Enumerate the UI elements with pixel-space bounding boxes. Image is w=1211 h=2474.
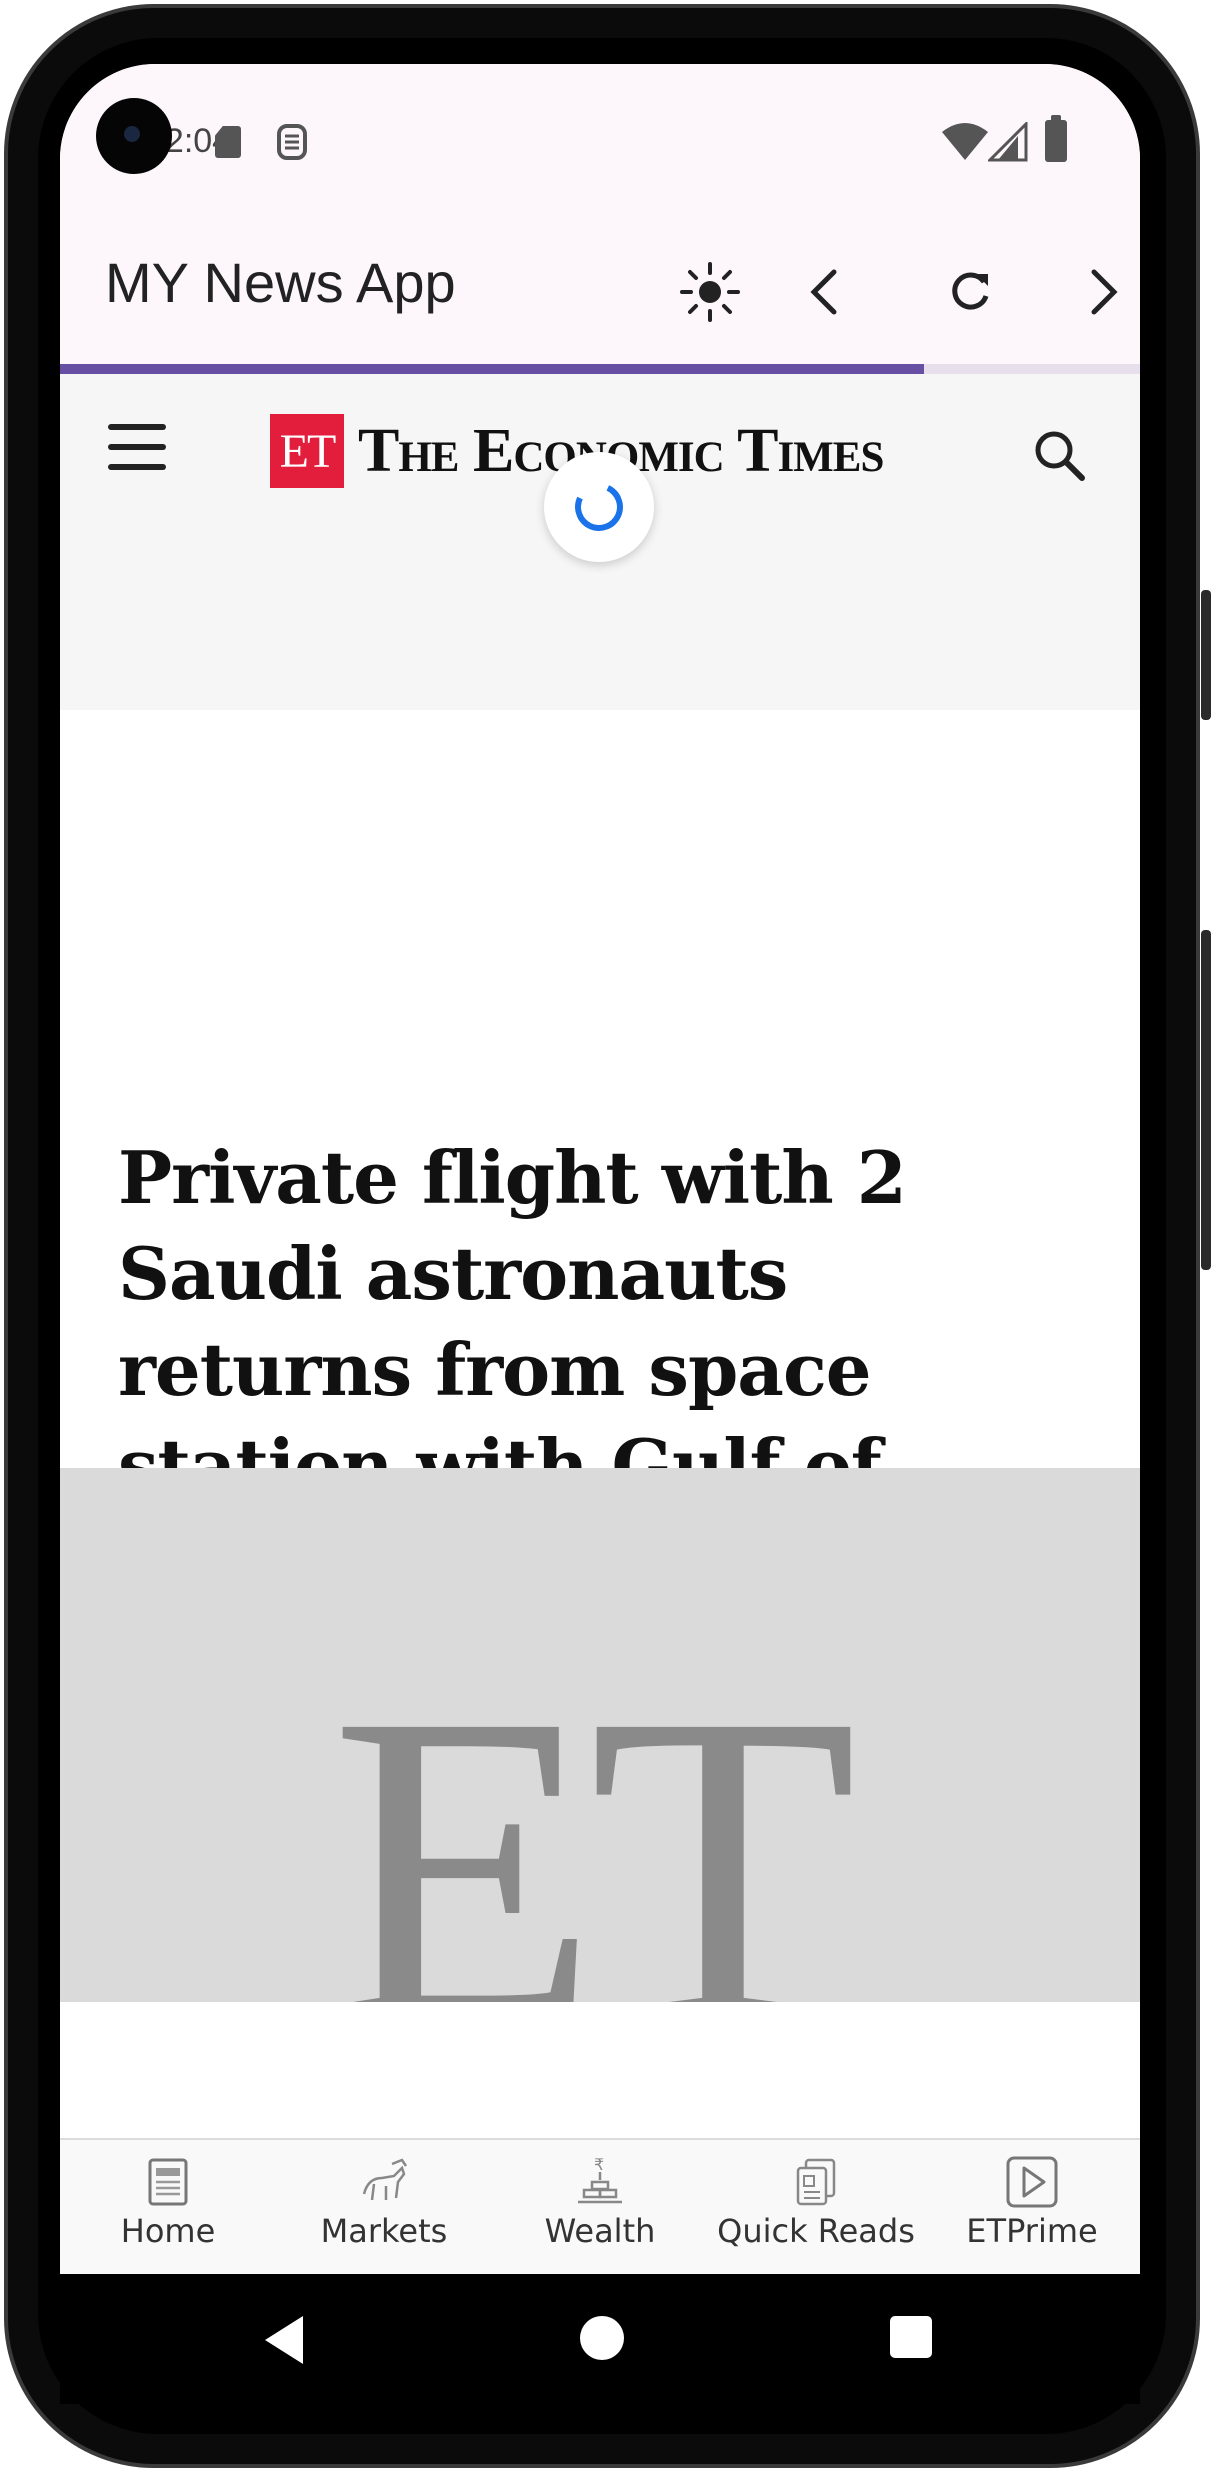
webview[interactable]: ET The Economic Times Private flight wit… [60, 374, 1140, 2139]
menu-icon[interactable] [108, 424, 172, 474]
phone-frame: 12:04 MY News App ET The Economic Times … [0, 0, 1211, 2474]
search-icon[interactable] [1030, 426, 1090, 486]
back-button[interactable] [794, 260, 858, 324]
quick-reads-icon [796, 2158, 836, 2206]
forward-arrow-icon [1091, 269, 1118, 315]
screen: 12:04 MY News App ET The Economic Times … [60, 64, 1140, 2274]
site-header: ET The Economic Times [60, 374, 1140, 710]
system-nav-bar [60, 2274, 1140, 2404]
refresh-button[interactable] [938, 260, 1002, 324]
nav-etprime-label: ETPrime [966, 2212, 1098, 2250]
newspaper-icon [148, 2158, 188, 2206]
signal-icon [988, 122, 1028, 162]
play-icon [1006, 2156, 1058, 2208]
bull-icon [362, 2158, 408, 2201]
brightness-toggle-button[interactable] [678, 260, 742, 324]
page-load-progress [60, 364, 1140, 374]
wifi-icon [942, 123, 988, 160]
power-button [1201, 590, 1211, 720]
system-home-button[interactable] [580, 2316, 624, 2360]
system-back-button[interactable] [265, 2316, 303, 2364]
forward-button[interactable] [1070, 260, 1134, 324]
pull-refresh-spinner [544, 452, 654, 562]
svg-text:₹: ₹ [594, 2155, 604, 2174]
article-hero-image: ET [60, 1468, 1140, 2002]
rupee-stack-icon: ₹ [578, 2155, 622, 2204]
nav-markets-label: Markets [320, 2212, 448, 2250]
nav-quick-reads-label: Quick Reads [717, 2212, 915, 2250]
nav-home[interactable]: Home [60, 2140, 276, 2274]
nav-quick-reads[interactable]: Quick Reads [708, 2140, 924, 2274]
back-arrow-icon [810, 269, 837, 315]
nav-wealth[interactable]: ₹ Wealth [492, 2140, 708, 2274]
refresh-icon [952, 272, 989, 310]
app-title: MY News App [105, 251, 456, 314]
front-camera [96, 98, 172, 174]
sim-icon [277, 124, 307, 160]
volume-button [1201, 930, 1211, 1270]
site-logo-badge: ET [270, 414, 344, 488]
nav-wealth-label: Wealth [544, 2212, 656, 2250]
nav-markets[interactable]: Markets [276, 2140, 492, 2274]
brightness-icon [680, 262, 740, 322]
status-bar: 12:04 [60, 64, 1140, 214]
app-bar: MY News App [60, 214, 1140, 364]
system-recents-button[interactable] [890, 2316, 932, 2358]
nav-etprime[interactable]: ETPrime [924, 2140, 1140, 2274]
bottom-nav: Home Markets ₹ Wealth Quick Reads ETPrim… [60, 2138, 1140, 2274]
battery-icon [1045, 115, 1067, 162]
spinner-icon [568, 476, 630, 538]
nav-home-label: Home [120, 2212, 216, 2250]
hero-placeholder-logo: ET [330, 1624, 858, 2003]
page-load-progress-fill [60, 364, 924, 374]
